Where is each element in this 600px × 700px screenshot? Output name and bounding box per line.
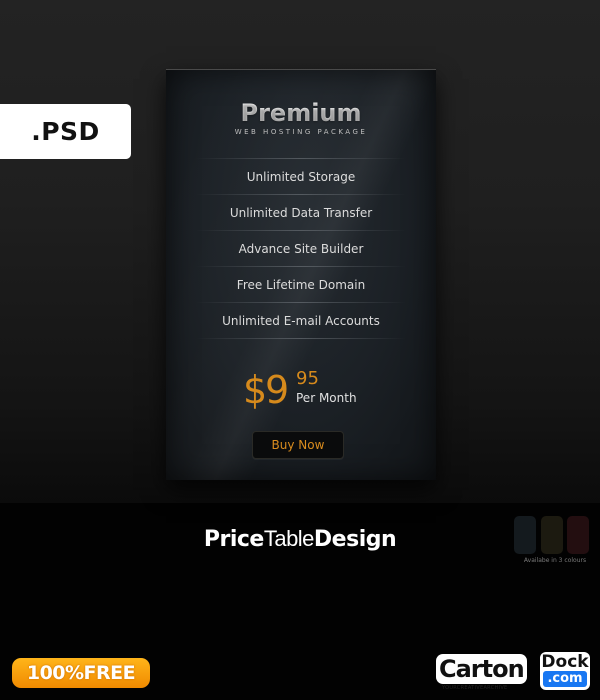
pricing-card: Premium WEB HOSTING PACKAGE Unlimited St… xyxy=(166,69,436,480)
price-currency: $ xyxy=(243,368,268,412)
brand-title-part3: Design xyxy=(313,527,397,552)
color-swatch-red[interactable] xyxy=(567,516,589,554)
price: $ 9 95 Per Month xyxy=(243,368,383,418)
feature-list: Unlimited Storage Unlimited Data Transfe… xyxy=(196,158,406,339)
color-swatch-dark[interactable] xyxy=(514,516,536,554)
logo-text-com: .com xyxy=(543,671,587,687)
price-integer: 9 xyxy=(265,368,290,412)
brand-title: PriceTableDesign xyxy=(0,526,600,552)
brand-title-part2: Table xyxy=(263,526,315,551)
feature-item: Unlimited Storage xyxy=(246,169,356,184)
price-cents: 95 xyxy=(296,368,319,389)
color-swatch-brown[interactable] xyxy=(541,516,563,554)
psd-badge: .PSD xyxy=(0,104,131,159)
cartondock-logo[interactable]: Carton Dock .com YOURCREATIVEARCHIVE xyxy=(436,652,590,692)
feature-item: Unlimited E-mail Accounts xyxy=(222,313,380,328)
free-badge: 100%FREE xyxy=(12,658,150,688)
price-period: Per Month xyxy=(296,391,357,405)
feature-item: Advance Site Builder xyxy=(238,241,364,256)
logo-dock-box: Dock .com xyxy=(540,652,590,690)
logo-text-dock: Dock xyxy=(541,652,589,672)
logo-text-carton: Carton xyxy=(436,654,527,684)
plan-subtitle: WEB HOSTING PACKAGE xyxy=(234,128,368,136)
buy-now-button[interactable]: Buy Now xyxy=(252,431,344,459)
feature-item: Free Lifetime Domain xyxy=(236,277,366,292)
plan-title: Premium xyxy=(166,99,436,127)
brand-title-part1: Price xyxy=(203,527,264,552)
swatch-caption: Availabe in 3 colours xyxy=(523,557,587,564)
feature-item: Unlimited Data Transfer xyxy=(229,205,373,220)
divider xyxy=(196,338,406,339)
logo-tagline: YOURCREATIVEARCHIVE xyxy=(442,685,508,691)
color-swatches xyxy=(514,516,594,556)
